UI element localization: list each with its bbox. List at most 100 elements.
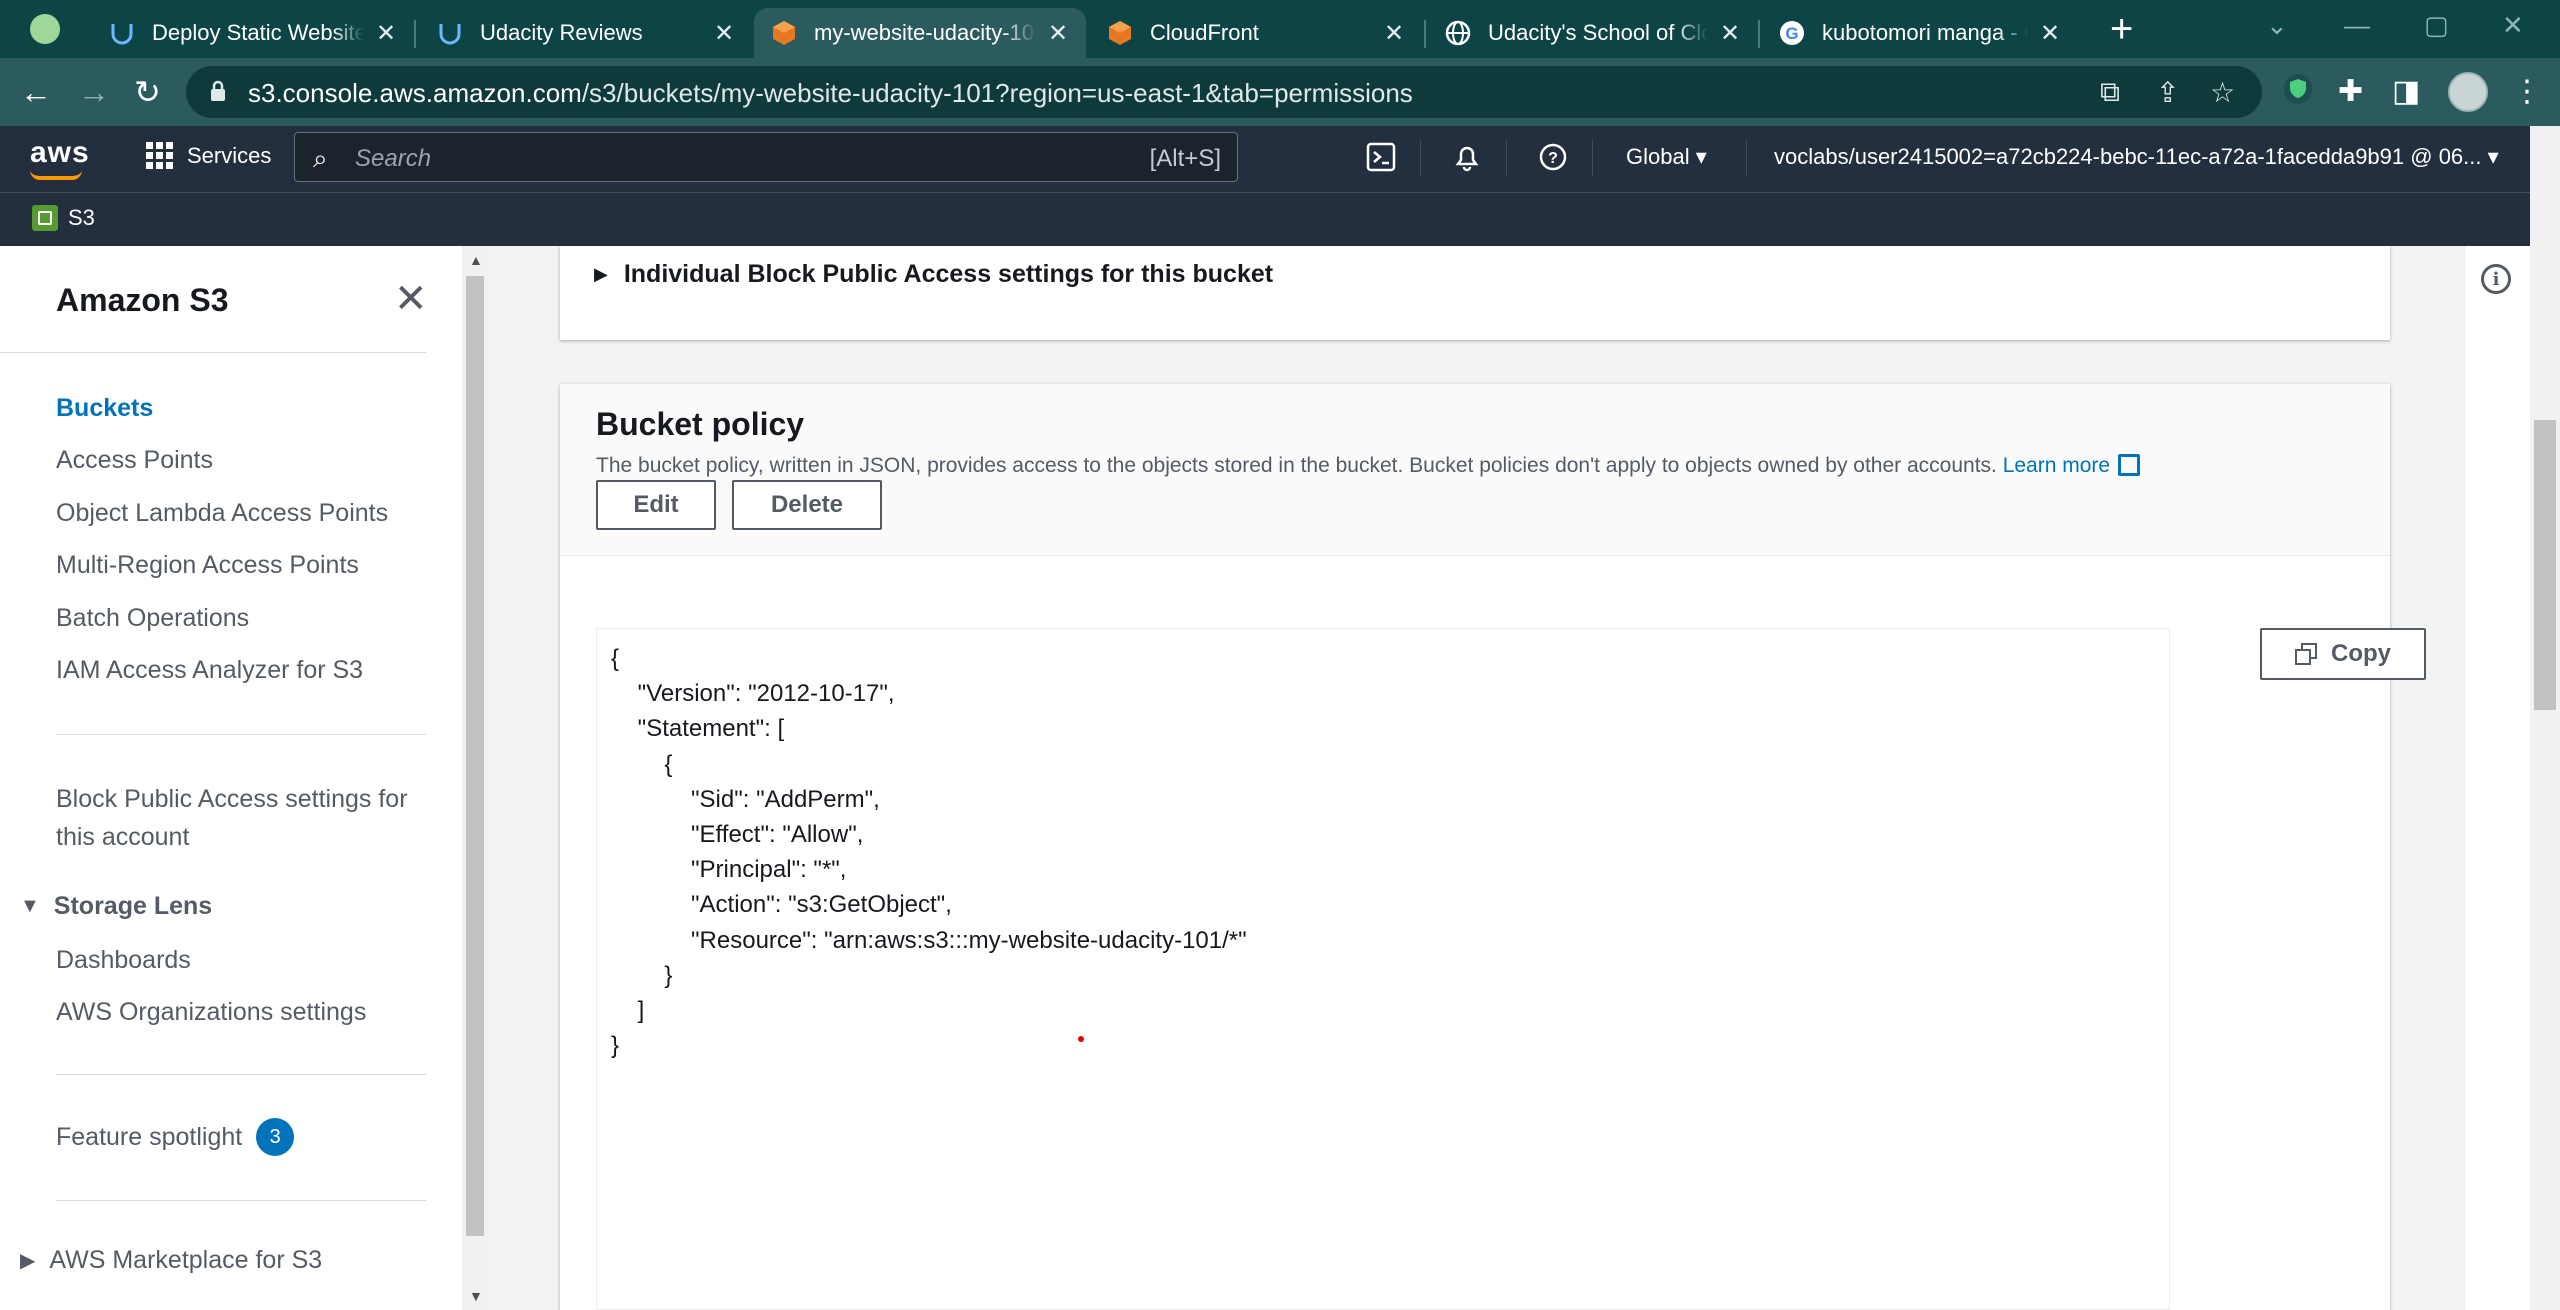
search-placeholder: Search (355, 145, 432, 172)
tab-title: Deploy Static Website o (152, 20, 364, 45)
sidebar-item-dashboards[interactable]: Dashboards (56, 946, 191, 975)
sidebar-divider (0, 352, 426, 353)
tab-title: CloudFront (1150, 20, 1259, 45)
aws-marketplace-section[interactable]: ▶ AWS Marketplace for S3 (20, 1246, 322, 1275)
cloudshell-icon[interactable] (1366, 142, 1396, 179)
chrome-logo-icon[interactable] (30, 14, 60, 44)
tab-udacity-school[interactable]: Udacity's School of Clou ✕ (1428, 8, 1758, 58)
page-scrollbar[interactable] (2530, 126, 2560, 1310)
sidebar-scrollbar-thumb[interactable] (466, 276, 484, 1236)
tab-divider (1424, 20, 1426, 48)
browser-menu-icon[interactable]: ⋮ (2512, 74, 2542, 109)
close-icon[interactable]: ✕ (394, 276, 428, 322)
services-menu-button[interactable]: Services (146, 142, 271, 169)
block-public-line-1: Block Public Access settings for (56, 785, 408, 813)
lock-icon (211, 80, 225, 101)
policy-json-viewer[interactable]: { "Version": "2012-10-17", "Statement": … (596, 628, 2170, 1310)
region-label: Global (1626, 144, 1690, 169)
bucket-policy-header: Bucket policy The bucket policy, written… (560, 384, 2390, 556)
help-icon[interactable]: ? (1538, 142, 1568, 179)
tab-deploy-static-website[interactable]: Deploy Static Website o ✕ (92, 8, 414, 58)
close-icon[interactable]: ✕ (1718, 19, 1742, 48)
scroll-up-icon[interactable]: ▲ (469, 252, 483, 268)
search-input[interactable]: ⌕ Search [Alt+S] (294, 132, 1238, 182)
shield-extension-icon[interactable] (2284, 74, 2312, 112)
tab-search-icon[interactable]: ⌄ (2266, 10, 2288, 41)
individual-block-public-access-toggle[interactable]: ▶ Individual Block Public Access setting… (594, 260, 1273, 289)
s3-service-shortcut[interactable]: S3 (32, 205, 95, 231)
reload-icon[interactable]: ↻ (134, 70, 161, 114)
storage-lens-section[interactable]: ▼ Storage Lens (20, 892, 212, 921)
window-close-icon[interactable]: ✕ (2502, 10, 2524, 41)
storage-lens-label: Storage Lens (53, 892, 213, 920)
tab-title: Udacity Reviews (480, 20, 643, 45)
tab-cloudfront[interactable]: CloudFront ✕ (1090, 8, 1422, 58)
forward-icon[interactable]: → (78, 70, 110, 114)
aws-logo-smile (30, 170, 82, 180)
account-menu[interactable]: voclabs/user2415002=a72cb224-bebc-11ec-a… (1774, 144, 2499, 170)
maximize-icon[interactable]: ▢ (2424, 10, 2449, 41)
policy-description-text: The bucket policy, written in JSON, prov… (596, 454, 1997, 477)
search-shortcut: [Alt+S] (1149, 145, 1221, 172)
close-icon[interactable]: ✕ (374, 19, 398, 48)
sidebar-item-feature-spotlight[interactable]: Feature spotlight 3 (56, 1118, 295, 1156)
learn-more-link[interactable]: Learn more (2003, 454, 2141, 477)
url-host: s3.console.aws.amazon.com (248, 78, 582, 108)
sidebar-item-iam-analyzer[interactable]: IAM Access Analyzer for S3 (56, 656, 363, 685)
notifications-bell-icon[interactable] (1452, 142, 1482, 179)
region-selector[interactable]: Global ▾ (1626, 144, 1707, 170)
browser-tabstrip: Deploy Static Website o ✕ Udacity Review… (0, 0, 2560, 58)
address-bar[interactable]: s3.console.aws.amazon.com/s3/buckets/my-… (186, 66, 2262, 118)
tab-my-website-udacity[interactable]: my-website-udacity-101 ✕ (754, 8, 1086, 58)
sidebar-divider (56, 1074, 426, 1075)
sidebar-item-object-lambda[interactable]: Object Lambda Access Points (56, 499, 388, 528)
side-panel-icon[interactable]: ◨ (2392, 74, 2420, 109)
page-scrollbar-thumb[interactable] (2534, 420, 2556, 710)
globe-icon (1444, 19, 1472, 47)
aws-logo[interactable]: aws (30, 136, 90, 170)
search-icon: ⌕ (313, 143, 328, 173)
sidebar-item-multi-region[interactable]: Multi-Region Access Points (56, 551, 359, 580)
external-link-icon (2118, 454, 2141, 476)
aws-console-header: aws Services ⌕ Search [Alt+S] ? Global ▾… (0, 126, 2560, 192)
sidebar-title: Amazon S3 (56, 282, 229, 318)
close-icon[interactable]: ✕ (712, 19, 736, 48)
tab-kubotomori-manga[interactable]: G kubotomori manga - Go ✕ (1762, 8, 2078, 58)
sidebar-item-block-public-access[interactable]: Block Public Access settings for this ac… (56, 780, 408, 856)
svg-text:?: ? (1548, 150, 1558, 167)
scroll-down-icon[interactable]: ▼ (469, 1288, 483, 1304)
tab-divider (414, 20, 416, 48)
udacity-icon (108, 19, 136, 47)
sidebar-divider (56, 734, 426, 735)
delete-button[interactable]: Delete (732, 480, 882, 530)
cursor-marker (1078, 1036, 1084, 1042)
bookmark-star-icon[interactable]: ☆ (2210, 76, 2235, 109)
feature-spotlight-label: Feature spotlight (56, 1122, 243, 1151)
sidebar-item-org-settings[interactable]: AWS Organizations settings (56, 998, 366, 1027)
block-public-line-2: this account (56, 823, 190, 851)
new-tab-button[interactable]: + (2110, 9, 2133, 49)
profile-avatar[interactable] (2448, 72, 2488, 112)
tab-udacity-reviews[interactable]: Udacity Reviews ✕ (420, 8, 752, 58)
services-grid-icon (146, 142, 173, 169)
copy-button[interactable]: Copy (2260, 628, 2426, 680)
sidebar-item-buckets[interactable]: Buckets (56, 394, 153, 423)
close-icon[interactable]: ✕ (2038, 19, 2062, 48)
back-icon[interactable]: ← (20, 70, 52, 114)
sidebar-item-access-points[interactable]: Access Points (56, 446, 213, 475)
header-divider (1420, 140, 1421, 176)
google-icon: G (1778, 19, 1806, 47)
close-icon[interactable]: ✕ (1382, 19, 1406, 48)
share-icon[interactable]: ⇪ (2156, 76, 2179, 109)
close-icon[interactable]: ✕ (1046, 19, 1070, 48)
minimize-icon[interactable]: — (2344, 10, 2370, 41)
sidebar-item-batch-operations[interactable]: Batch Operations (56, 604, 249, 633)
extensions-puzzle-icon[interactable]: ✚ (2338, 74, 2363, 109)
sidebar-divider (56, 1200, 426, 1201)
aws-s3-icon (770, 19, 798, 47)
info-icon[interactable]: i (2481, 264, 2511, 294)
sidebar-scrollbar[interactable]: ▲ ▼ (462, 246, 488, 1310)
edit-button[interactable]: Edit (596, 480, 716, 530)
translate-icon[interactable]: ⧉ (2100, 76, 2120, 109)
services-label: Services (187, 142, 272, 168)
